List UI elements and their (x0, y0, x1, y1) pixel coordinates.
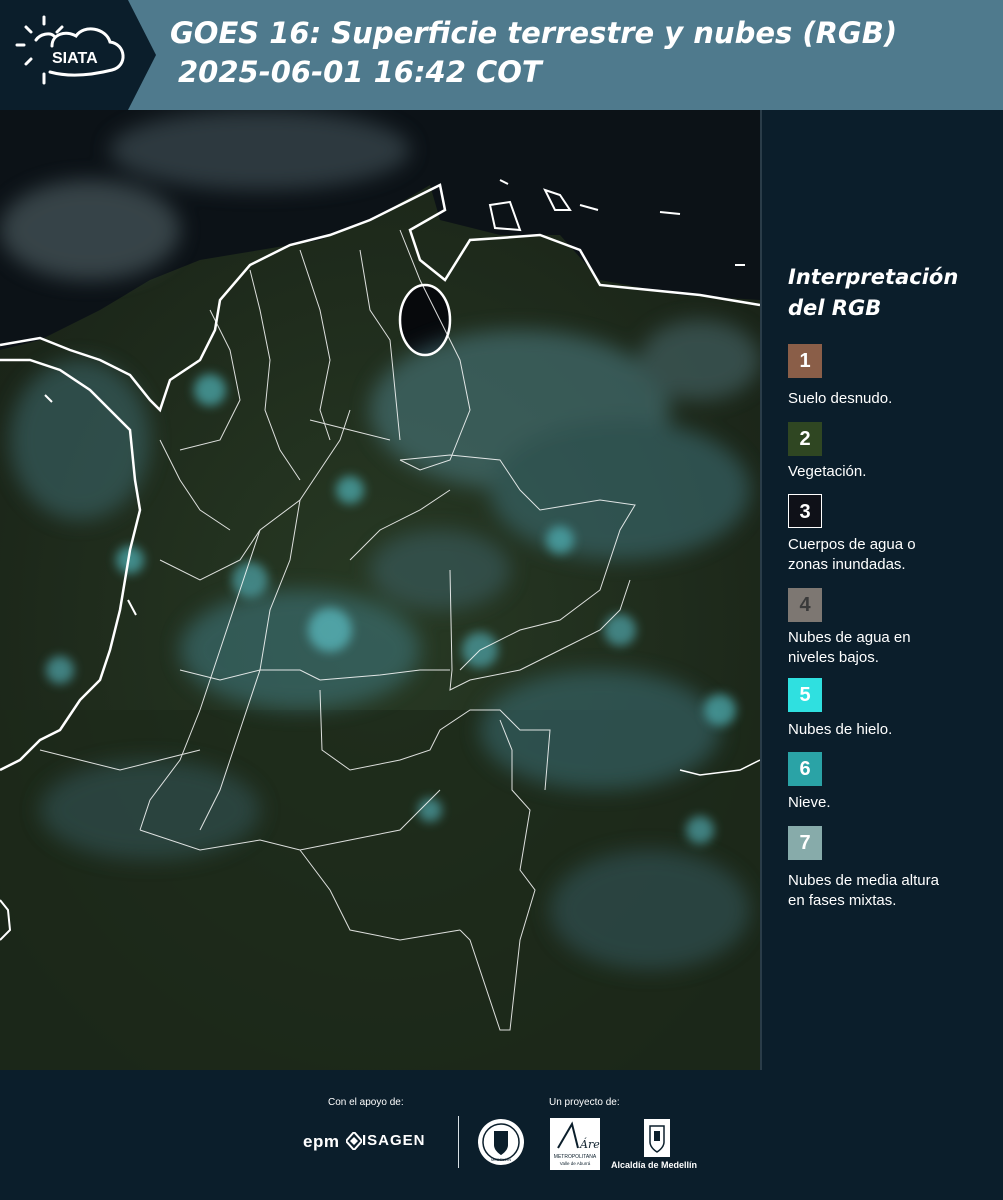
legend-swatch-4: 4 (788, 588, 822, 622)
area-metropolitana-logo: Área METROPOLITANA Valle de Aburrá (550, 1118, 600, 1170)
alcaldia-medellin-icon (644, 1119, 670, 1157)
legend-title-line2: del RGB (788, 296, 882, 320)
page-subtitle-datetime: 2025-06-01 16:42 COT (178, 55, 542, 89)
legend-title: Interpretación del RGB (788, 262, 998, 324)
area-name-text: METROPOLITANA (554, 1154, 597, 1160)
legend-swatch-6: 6 (788, 752, 822, 786)
legend-label-3: Cuerpos de agua o zonas inundadas. (788, 536, 916, 573)
seal-text: MEDELLÍN (491, 1157, 511, 1162)
legend-swatch-1: 1 (788, 344, 822, 378)
footer: Con el apoyo de: Un proyecto de: epm ISA… (0, 1070, 1003, 1200)
epm-logo: epm (303, 1132, 340, 1151)
header: SIATA GOES 16: Superficie terrestre y nu… (0, 0, 1003, 110)
isagen-icon (346, 1132, 362, 1150)
satellite-map (0, 110, 760, 1070)
area-sub-text: Valle de Aburrá (560, 1161, 591, 1166)
siata-logo: SIATA (0, 0, 156, 110)
siata-logo-text: SIATA (52, 50, 98, 67)
legend-label-6: Nieve. (788, 794, 831, 811)
legend-label-7: Nubes de media altura en fases mixtas. (788, 872, 939, 909)
legend-label-5: Nubes de hielo. (788, 721, 893, 738)
project-label: Un proyecto de: (549, 1097, 620, 1108)
medellin-seal-icon: MEDELLÍN (478, 1119, 524, 1165)
legend-swatch-7: 7 (788, 826, 822, 860)
area-script-text: Área (579, 1137, 600, 1151)
support-label: Con el apoyo de: (328, 1097, 404, 1108)
page-title: GOES 16: Superficie terrestre y nubes (R… (170, 16, 898, 50)
legend-title-line1: Interpretación (788, 265, 959, 289)
legend-label-1: Suelo desnudo. (788, 390, 893, 407)
map-divider (760, 110, 762, 1070)
legend-swatch-3: 3 (788, 494, 822, 528)
footer-divider (458, 1116, 459, 1168)
legend-label-2: Vegetación. (788, 463, 867, 480)
legend: Interpretación del RGB 1 Suelo desnudo. … (788, 262, 998, 909)
legend-swatch-2: 2 (788, 422, 822, 456)
legend-label-4: Nubes de agua en niveles bajos. (788, 629, 911, 666)
rgb-composite-image (0, 110, 760, 1070)
legend-swatch-5: 5 (788, 678, 822, 712)
alcaldia-medellin-logo: Alcaldía de Medellín (611, 1160, 698, 1170)
isagen-logo: ISAGEN (362, 1132, 426, 1149)
